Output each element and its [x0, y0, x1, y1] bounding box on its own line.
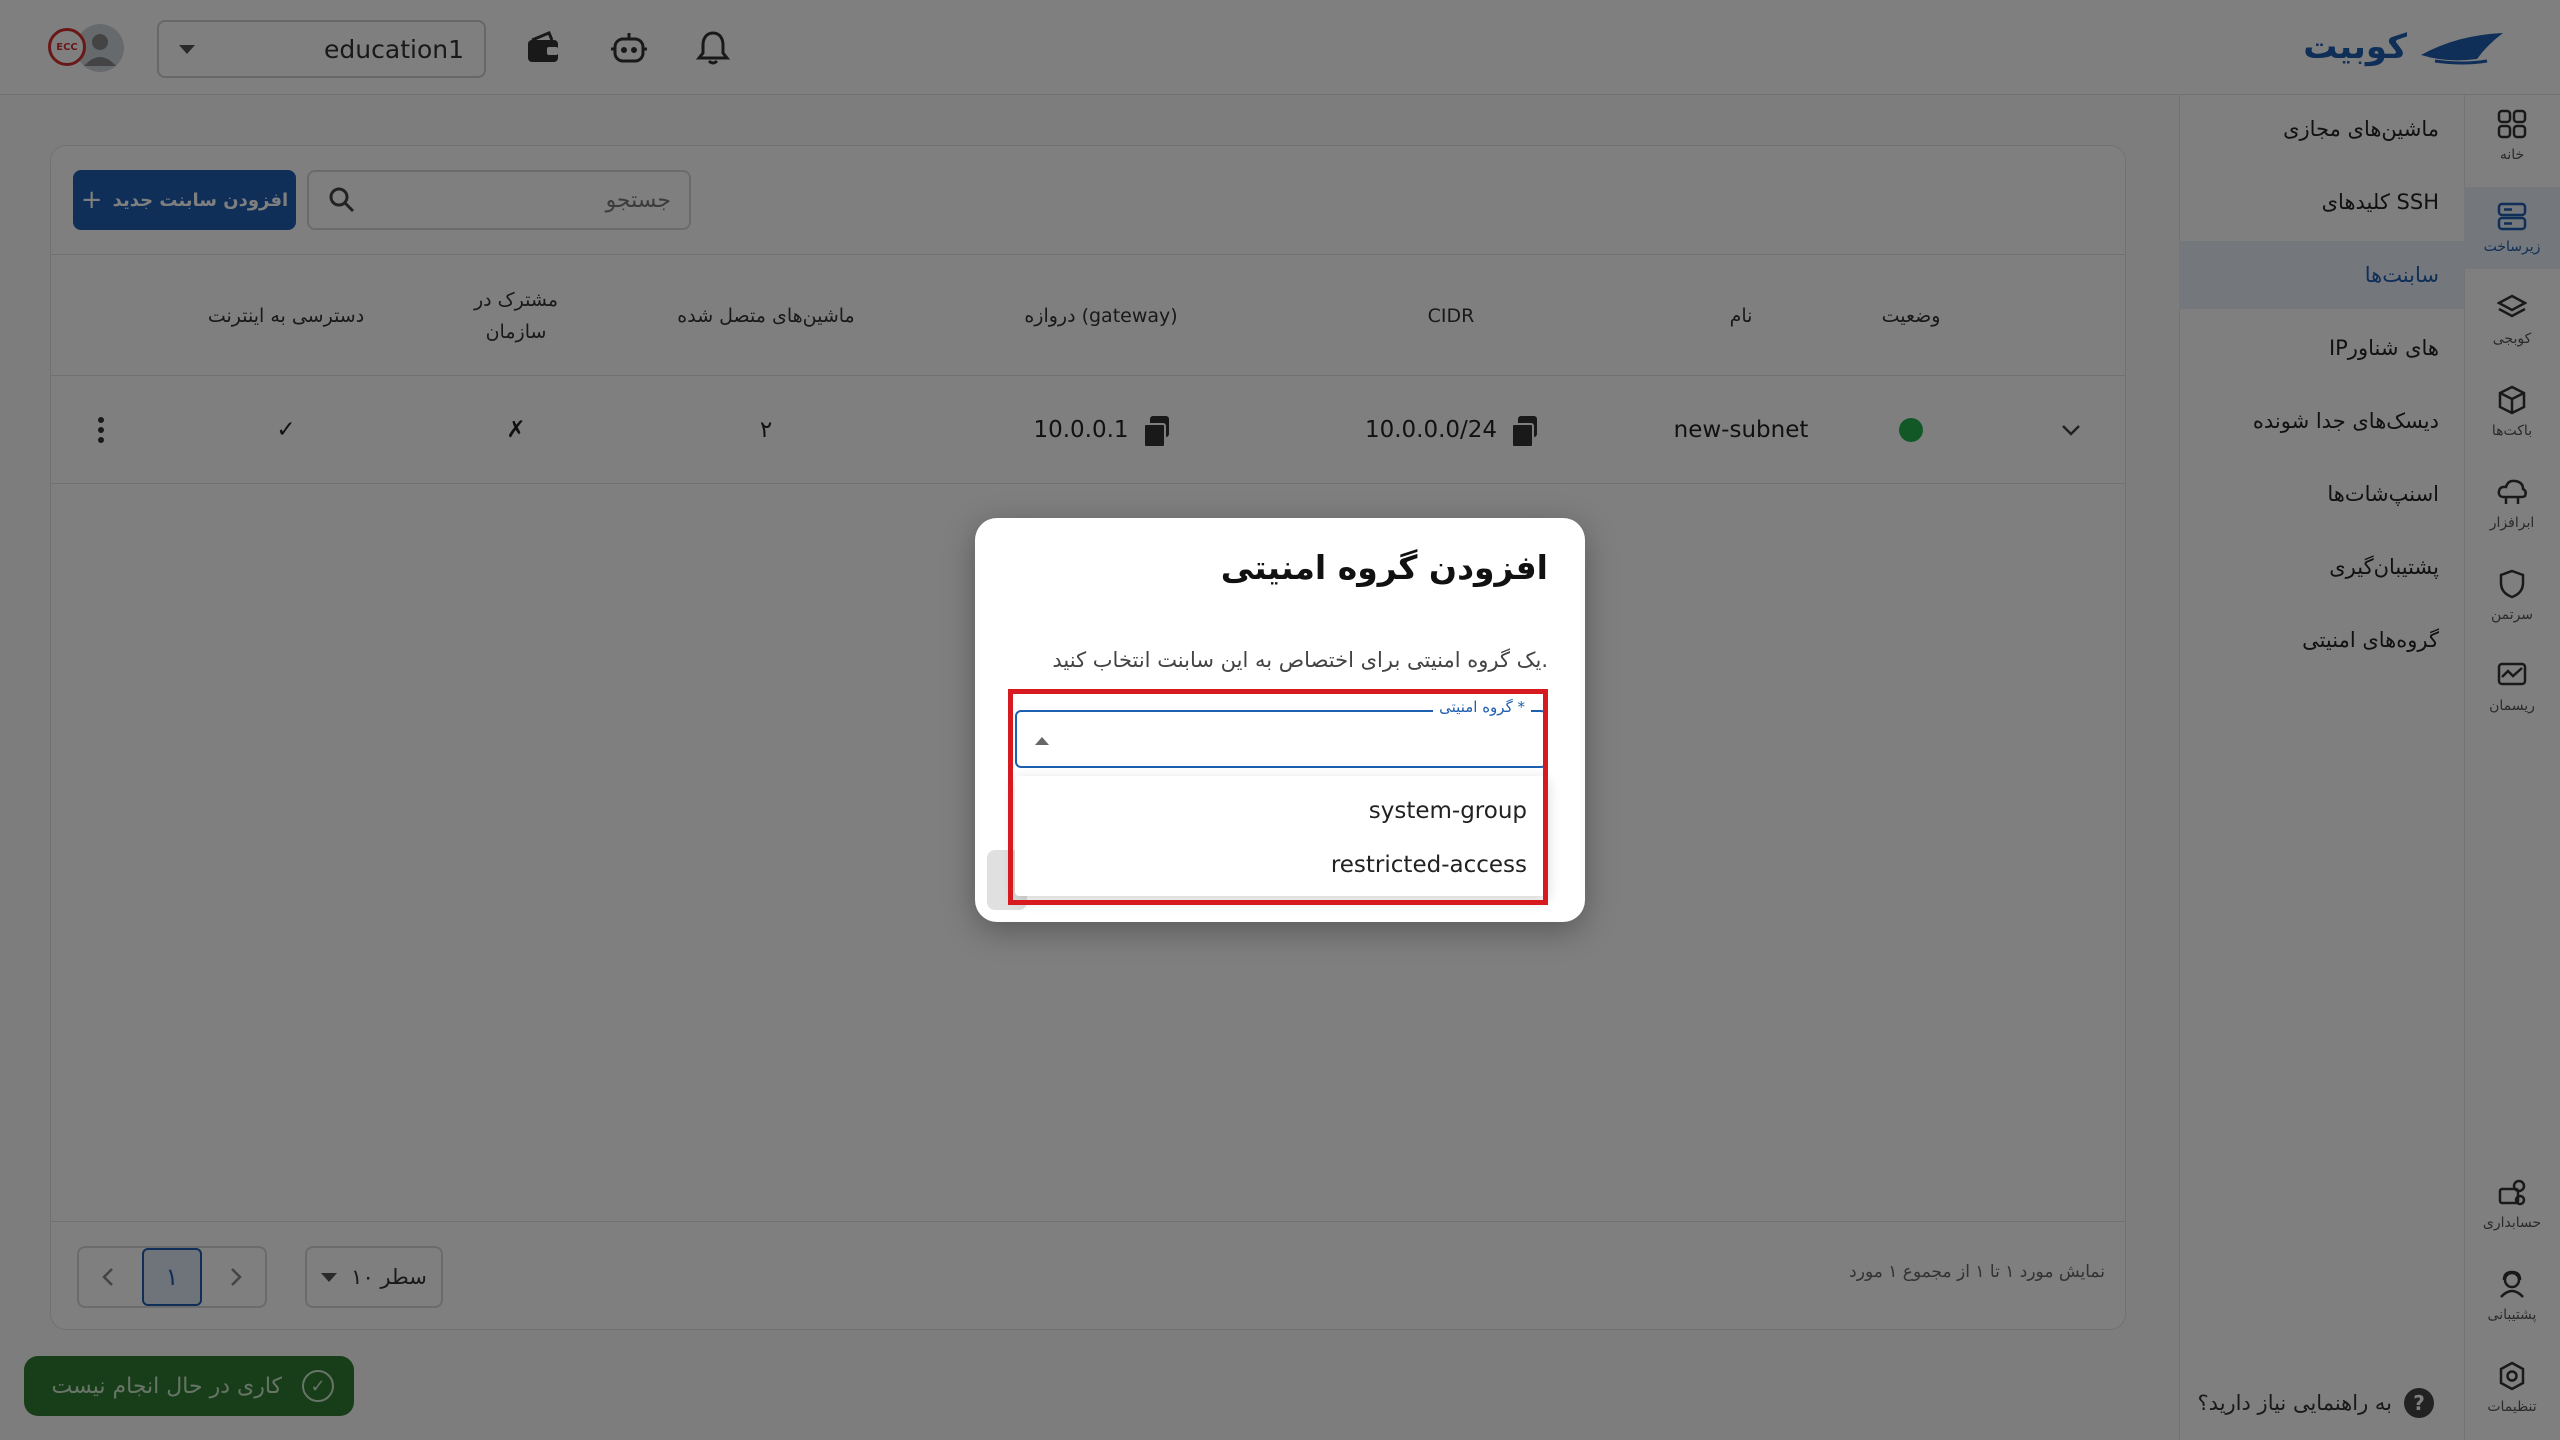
- security-group-label: گروه امنیتی *: [1433, 698, 1531, 716]
- security-group-select[interactable]: گروه امنیتی *: [1015, 698, 1547, 768]
- security-group-options: system-group restricted-access: [1015, 776, 1547, 896]
- chevron-up-icon: [1035, 737, 1049, 745]
- dialog-description: یک گروه امنیتی برای اختصاص به این سابنت …: [1052, 648, 1548, 672]
- option-restricted-access[interactable]: restricted-access: [1015, 838, 1547, 892]
- add-security-group-dialog: افزودن گروه امنیتی یک گروه امنیتی برای ا…: [975, 518, 1585, 922]
- option-system-group[interactable]: system-group: [1015, 784, 1547, 838]
- dialog-title: افزودن گروه امنیتی: [1220, 548, 1548, 587]
